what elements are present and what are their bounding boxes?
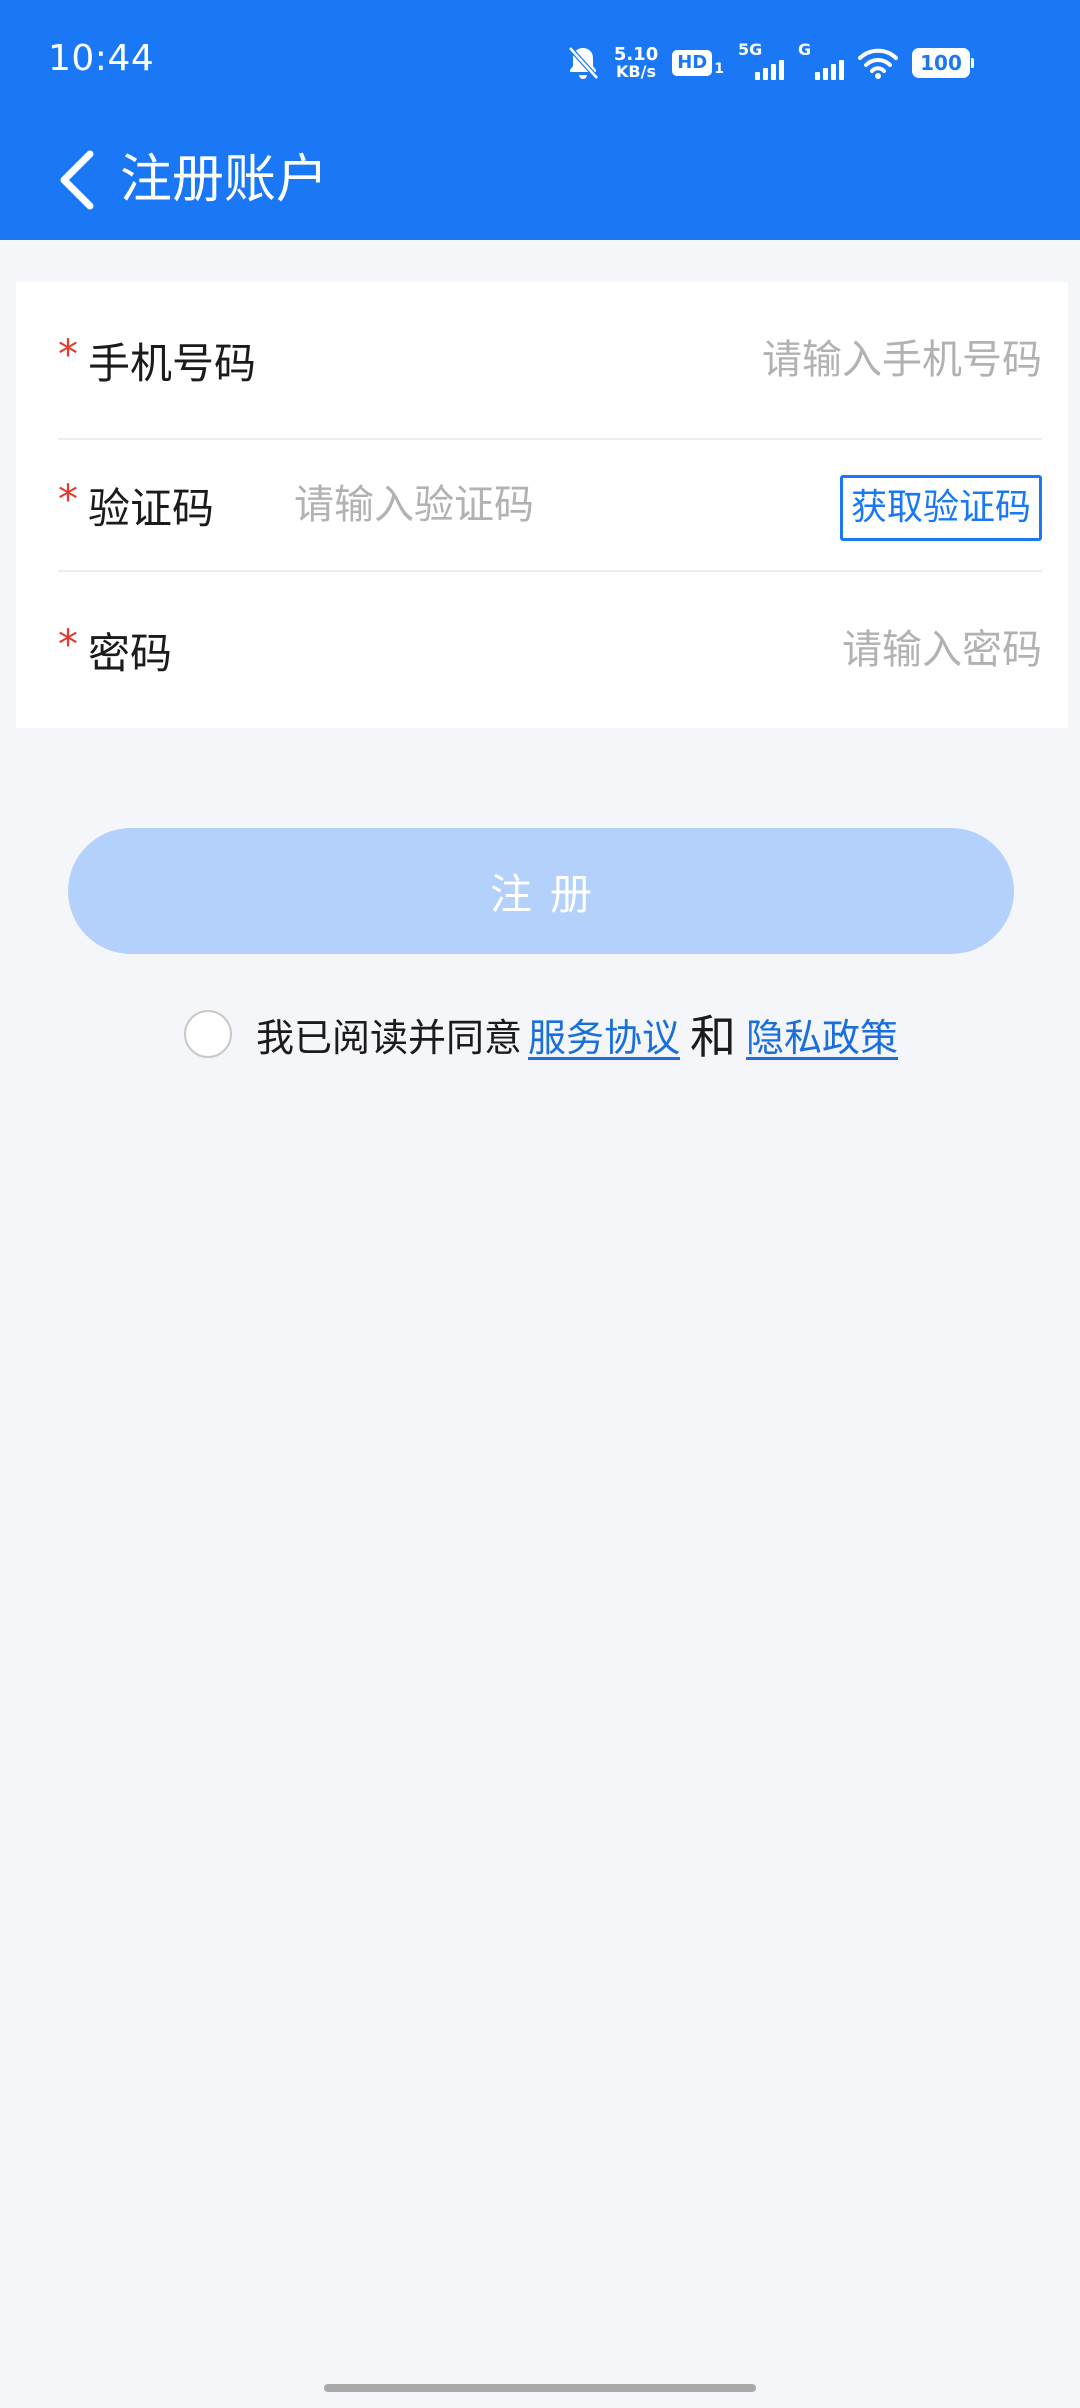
- privacy-policy-link[interactable]: 隐私政策: [746, 1007, 898, 1062]
- agreement-row: 我已阅读并同意 服务协议 和 隐私政策: [184, 1004, 898, 1064]
- password-label: 密码: [88, 628, 173, 678]
- required-mark: *: [58, 477, 78, 523]
- page-title: 注册账户: [120, 150, 329, 210]
- password-input[interactable]: [172, 627, 1042, 673]
- register-button[interactable]: 注册: [68, 828, 1014, 954]
- code-input[interactable]: [294, 482, 754, 528]
- password-row: * 密码: [58, 572, 1042, 728]
- phone-label: 手机号码: [88, 338, 257, 388]
- battery-icon: 100: [912, 48, 974, 78]
- code-row: * 验证码 获取验证码: [58, 440, 1042, 572]
- bell-off-icon: [566, 44, 600, 82]
- status-icons: 5.10 KB/s HD 1 5G G 100: [566, 40, 974, 86]
- home-indicator[interactable]: [324, 2384, 756, 2392]
- wifi-icon: [858, 47, 898, 79]
- net-speed: 5.10 KB/s: [613, 44, 659, 81]
- status-time: 10:44: [48, 38, 155, 79]
- required-mark: *: [58, 332, 78, 378]
- get-code-button[interactable]: 获取验证码: [839, 475, 1042, 541]
- register-form: * 手机号码 * 验证码 获取验证码 * 密码: [16, 282, 1068, 728]
- chevron-left-icon[interactable]: [52, 148, 102, 212]
- nav-bar: 注册账户: [0, 128, 1080, 240]
- service-agreement-link[interactable]: 服务协议: [528, 1007, 680, 1062]
- hd-icon: HD 1: [672, 50, 724, 76]
- phone-row: * 手机号码: [58, 282, 1042, 440]
- app-header: 10:44 5.10 KB/s HD 1 5G G 100 注册账户: [0, 0, 1080, 240]
- status-bar: 10:44 5.10 KB/s HD 1 5G G 100: [0, 0, 1080, 128]
- agree-checkbox[interactable]: [184, 1010, 232, 1058]
- code-label: 验证码: [88, 483, 215, 533]
- agreement-conjunction: 和: [690, 1010, 737, 1064]
- required-mark: *: [58, 622, 78, 668]
- signal-5g-icon: 5G: [738, 40, 784, 80]
- agreement-prefix: 我已阅读并同意: [256, 1015, 523, 1060]
- signal-g-icon: G: [798, 40, 844, 80]
- phone-input[interactable]: [256, 337, 1042, 383]
